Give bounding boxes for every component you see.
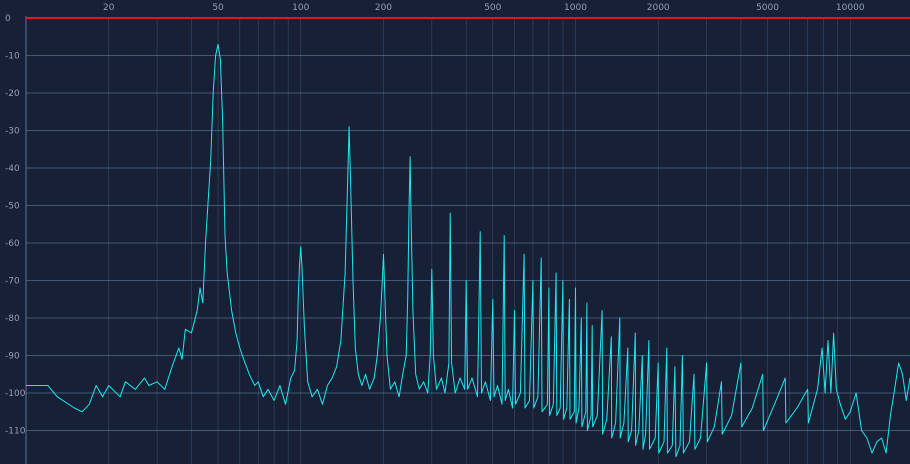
- x-tick-label: 5000: [756, 3, 779, 13]
- y-tick-label: -20: [5, 89, 20, 99]
- y-tick-label: -100: [5, 389, 26, 399]
- y-tick-label: -40: [5, 164, 20, 174]
- y-tick-label: -60: [5, 239, 20, 249]
- x-tick-label: 200: [375, 3, 392, 13]
- x-tick-label: 500: [484, 3, 501, 13]
- x-tick-label: 10000: [836, 3, 865, 13]
- y-tick-label: 0: [5, 14, 11, 24]
- plot-background: [0, 0, 910, 464]
- y-tick-label: -50: [5, 202, 20, 212]
- x-tick-label: 100: [292, 3, 309, 13]
- y-tick-label: -10: [5, 52, 20, 62]
- y-tick-label: -90: [5, 352, 20, 362]
- y-tick-label: -110: [5, 427, 26, 437]
- x-tick-label: 1000: [564, 3, 587, 13]
- y-tick-label: -80: [5, 314, 20, 324]
- x-tick-label: 2000: [647, 3, 670, 13]
- y-tick-label: -30: [5, 127, 20, 137]
- y-tick-label: -70: [5, 277, 20, 287]
- x-tick-label: 50: [212, 3, 224, 13]
- spectrum-chart: 20 50 100 200 500 1000 2000 5000 10000 0 -10 -20 -3…: [0, 0, 910, 464]
- x-tick-label: 20: [103, 3, 115, 13]
